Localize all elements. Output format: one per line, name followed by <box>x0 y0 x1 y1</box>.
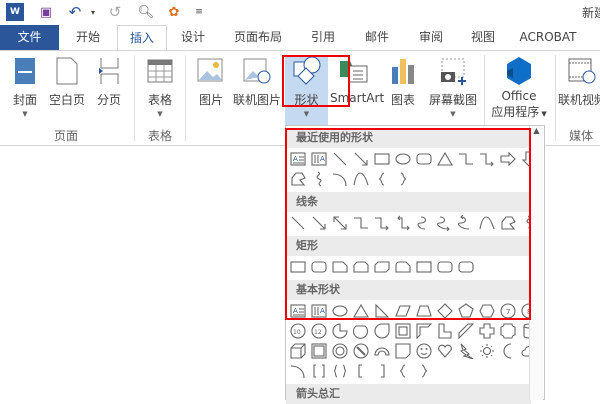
shape-moon-icon[interactable] <box>499 342 516 359</box>
shape-cross-icon[interactable] <box>478 322 495 339</box>
shape-sun-icon[interactable] <box>478 342 495 359</box>
shape-halfframe-icon[interactable] <box>415 322 432 339</box>
shape-lshape-icon[interactable] <box>436 322 453 339</box>
shape-foldedcorner-icon[interactable] <box>394 342 411 359</box>
tab-insert[interactable]: 插入 <box>117 25 167 51</box>
gallery-scrollbar[interactable]: ▲ <box>529 126 543 400</box>
customize-icon[interactable]: ≡ <box>190 3 208 21</box>
color-wheel-icon[interactable]: ✿ <box>165 3 183 21</box>
shape-heart-icon[interactable] <box>436 342 453 359</box>
highlight-box-shapes-gallery <box>285 128 531 320</box>
shape-frame-icon[interactable] <box>394 322 411 339</box>
shape-rbrace-icon[interactable] <box>415 362 432 379</box>
tab-file[interactable]: 文件 <box>0 25 59 50</box>
table-icon <box>144 55 176 87</box>
blank-page-icon <box>51 55 83 87</box>
tab-page-layout[interactable]: 页面布局 <box>220 25 296 50</box>
highlight-box-shapes-button <box>282 55 350 107</box>
shape-lbrace-icon[interactable] <box>394 362 411 379</box>
tab-review[interactable]: 审阅 <box>406 25 456 50</box>
shape-donut-icon[interactable] <box>331 342 348 359</box>
tab-home[interactable]: 开始 <box>60 25 116 50</box>
tab-view[interactable]: 视图 <box>458 25 508 50</box>
shape-plaque-icon[interactable] <box>499 322 516 339</box>
shape-arc-icon[interactable] <box>289 362 306 379</box>
chart-icon <box>387 55 419 87</box>
word-logo-icon: W <box>6 3 24 21</box>
window-title: 新建 <box>582 6 600 20</box>
office-apps-button[interactable]: Office 应用程序 ▼ <box>490 55 548 120</box>
group-label-table: 表格 <box>148 129 173 143</box>
shape-chord-icon[interactable] <box>352 322 369 339</box>
undo-icon[interactable]: ↶ <box>66 3 84 21</box>
shape-diagstripe-icon[interactable] <box>457 322 474 339</box>
shape-brackets-icon[interactable] <box>310 362 327 379</box>
svg-text:10: 10 <box>293 329 301 336</box>
svg-text:12: 12 <box>314 329 322 336</box>
section-header: 箭头总汇 <box>286 384 531 404</box>
group-label-media: 媒体 <box>569 129 594 143</box>
shape-row <box>289 362 432 379</box>
online-video-button[interactable]: 联机视频 <box>558 55 600 108</box>
scroll-up-icon[interactable]: ▲ <box>530 126 543 135</box>
shape-nosymbol-icon[interactable] <box>352 342 369 359</box>
cover-page-button[interactable]: 封面 ▼ <box>8 55 42 118</box>
shape-teardrop-icon[interactable] <box>373 322 390 339</box>
picture-icon <box>195 55 227 87</box>
shape-lightning-icon[interactable] <box>457 342 474 359</box>
office-store-icon <box>503 55 535 87</box>
shape-blockarc-icon[interactable] <box>373 342 390 359</box>
shape-rbracket-icon[interactable] <box>373 362 390 379</box>
tab-references[interactable]: 引用 <box>298 25 348 50</box>
online-video-icon <box>566 55 598 87</box>
blank-page-button[interactable]: 空白页 <box>46 55 88 108</box>
table-button[interactable]: 表格 ▼ <box>143 55 177 118</box>
ribbon-tabs: 文件 开始 插入 设计 页面布局 引用 邮件 审阅 视图 ACROBAT <box>0 25 600 51</box>
undo-dropdown-icon[interactable]: ▾ <box>84 3 102 21</box>
shape-cube-icon[interactable] <box>289 342 306 359</box>
tab-design[interactable]: 设计 <box>168 25 218 50</box>
shape-row <box>289 342 537 359</box>
shape-dodecagon-icon[interactable]: 12 <box>310 322 327 339</box>
redo-icon[interactable]: ↺ <box>106 3 124 21</box>
shape-braces-icon[interactable] <box>331 362 348 379</box>
shape-lbracket-icon[interactable] <box>352 362 369 379</box>
chart-button[interactable]: 图表 <box>386 55 420 108</box>
cover-page-icon <box>9 55 41 87</box>
screenshot-button[interactable]: 屏幕截图 ▼ <box>426 55 480 118</box>
shape-smiley-icon[interactable] <box>415 342 432 359</box>
save-icon[interactable]: ▣ <box>37 3 55 21</box>
print-preview-icon[interactable]: 🔍︎ <box>137 3 155 21</box>
screenshot-icon <box>437 55 469 87</box>
tab-acrobat[interactable]: ACROBAT <box>510 25 586 50</box>
title-bar: W ▣ ↶ ▾ ↺ 🔍︎ ✿ ≡ 新建 <box>0 0 600 24</box>
shape-decagon-icon[interactable]: 10 <box>289 322 306 339</box>
shape-bevel-icon[interactable] <box>310 342 327 359</box>
shape-pie-icon[interactable] <box>331 322 348 339</box>
page-break-button[interactable]: 分页 <box>92 55 126 108</box>
group-label-pages: 页面 <box>54 129 79 143</box>
online-picture-icon <box>241 55 273 87</box>
shape-row: 10 12 <box>289 322 537 339</box>
picture-button[interactable]: 图片 <box>194 55 228 108</box>
tab-mailings[interactable]: 邮件 <box>350 25 404 50</box>
page-break-icon <box>93 55 125 87</box>
online-picture-button[interactable]: 联机图片 <box>232 55 282 108</box>
